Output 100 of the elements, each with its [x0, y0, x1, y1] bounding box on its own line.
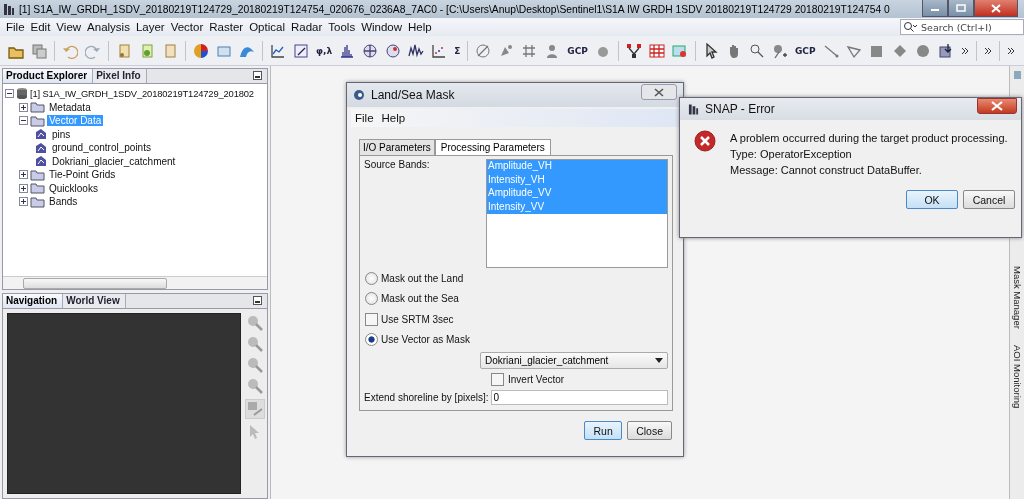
zoom-icon[interactable] — [247, 378, 263, 394]
panel-tab[interactable]: Product Explorer — [3, 69, 94, 83]
chevron-icon[interactable] — [983, 45, 992, 56]
histogram-icon[interactable] — [339, 42, 356, 59]
dialog-title: Land/Sea Mask — [371, 88, 455, 102]
panel-tab[interactable]: Pixel Info — [93, 69, 147, 83]
folder-icon — [30, 182, 45, 195]
close-button[interactable] — [977, 98, 1017, 114]
radio-button[interactable] — [365, 333, 378, 347]
radio-button[interactable] — [365, 271, 378, 285]
grid-icon[interactable] — [521, 42, 538, 59]
search-icon[interactable] — [748, 42, 765, 59]
menu-item[interactable]: Radar — [287, 21, 326, 33]
dialog-button[interactable]: OK — [906, 190, 958, 209]
file-icon[interactable] — [139, 42, 155, 59]
network-icon[interactable] — [625, 42, 642, 59]
collapse-icon[interactable] — [5, 89, 14, 99]
app-icon — [3, 2, 15, 16]
toolbar-button[interactable]: GCP — [567, 45, 588, 56]
option-label: Use Vector as Mask — [381, 334, 470, 346]
color-chart-icon[interactable] — [193, 42, 209, 59]
shoreline-field[interactable]: 0 — [490, 390, 668, 405]
circle-icon[interactable] — [475, 42, 492, 59]
expand-icon[interactable] — [19, 197, 28, 207]
tree-item[interactable]: Tie-Point Grids — [47, 169, 118, 181]
zoom-icon[interactable] — [247, 315, 263, 331]
tree-item[interactable]: pins — [50, 128, 73, 140]
close-button[interactable] — [974, 0, 1018, 17]
side-tab[interactable]: Mask Manager — [1011, 266, 1023, 329]
dialog-button[interactable]: Close — [627, 421, 672, 440]
checkbox[interactable] — [491, 373, 504, 386]
minimize-button[interactable] — [922, 0, 948, 17]
close-button[interactable] — [641, 84, 677, 100]
pencil-icon[interactable] — [293, 42, 309, 59]
tree-item[interactable]: Dokriani_glacier_catchment — [50, 155, 178, 167]
minimize-icon[interactable] — [253, 71, 262, 80]
stack-icon[interactable] — [31, 42, 47, 59]
zoom-icon[interactable] — [247, 336, 263, 352]
expand-icon[interactable] — [19, 102, 28, 112]
circle-icon[interactable] — [914, 42, 931, 59]
menu-item[interactable]: File — [3, 21, 28, 33]
maximize-icon — [956, 4, 966, 12]
tab[interactable]: I/O Parameters — [359, 139, 435, 155]
menu-item[interactable]: Raster — [206, 21, 247, 33]
app-icon — [353, 89, 365, 101]
tree-item[interactable]: Metadata — [47, 101, 93, 113]
collapse-icon[interactable] — [19, 116, 28, 126]
dialog-button[interactable]: Cancel — [963, 190, 1015, 209]
menu-item[interactable]: Tools — [325, 21, 359, 33]
file-icon[interactable] — [116, 42, 132, 59]
menu-item[interactable]: File — [351, 112, 378, 124]
tree-item[interactable]: Quicklooks — [47, 182, 100, 194]
toolbar-button[interactable]: GCP — [794, 45, 816, 56]
zoom-icon[interactable] — [247, 357, 263, 373]
caret-icon — [655, 358, 663, 363]
checkbox[interactable] — [365, 312, 378, 326]
menu-item[interactable]: Help — [377, 112, 410, 124]
grid-icon[interactable] — [648, 42, 665, 59]
vector-dropdown[interactable]: Dokriani_glacier_catchment — [480, 352, 668, 369]
import-icon[interactable] — [937, 42, 954, 59]
map-icon[interactable] — [671, 42, 688, 59]
horizontal-scrollbar[interactable] — [3, 276, 267, 289]
maximize-button[interactable] — [948, 0, 974, 17]
expand-icon[interactable] — [19, 183, 28, 193]
minimize-icon[interactable] — [253, 296, 262, 305]
toolbar-button[interactable]: φ,λ — [316, 45, 333, 56]
menu-item[interactable]: Window — [358, 21, 406, 33]
side-tab[interactable]: AOI Monitoring — [1011, 344, 1023, 409]
chevron-icon[interactable] — [1006, 45, 1015, 56]
error-message: Type: OperatorException — [730, 148, 853, 160]
panel-tab[interactable]: Navigation — [3, 294, 64, 308]
toolbar-button[interactable]: Σ — [454, 45, 461, 56]
chevron-icon[interactable] — [960, 45, 969, 56]
option-label: Mask out the Land — [381, 272, 464, 284]
search-field[interactable]: Search (Ctrl+I) — [900, 19, 1024, 35]
option-label: Mask out the Sea — [381, 293, 459, 305]
menu-item[interactable]: View — [53, 21, 85, 33]
expand-icon[interactable] — [19, 170, 28, 180]
tree-item[interactable]: [1] S1A_IW_GRDH_1SDV_20180219T124729_201802 — [30, 88, 254, 100]
error-icon — [694, 130, 716, 152]
folder-icon — [30, 195, 45, 208]
dialog-button[interactable]: Run — [584, 421, 623, 440]
menu-item[interactable]: Vector — [167, 21, 207, 33]
tree-item[interactable]: ground_control_points — [50, 142, 153, 154]
menu-item[interactable]: Optical — [246, 21, 288, 33]
app-icon — [688, 102, 699, 116]
menu-item[interactable]: Help — [405, 21, 435, 33]
tree-item[interactable]: Bands — [47, 196, 80, 208]
menu-item[interactable]: Edit — [27, 21, 54, 33]
folder-icon — [30, 101, 45, 114]
line-chart-icon[interactable] — [270, 42, 286, 59]
panel-tab[interactable]: World View — [63, 294, 126, 308]
spectrum-icon[interactable] — [408, 42, 425, 59]
scatter-icon[interactable] — [431, 42, 448, 59]
menu-item[interactable]: Analysis — [84, 21, 133, 33]
menu-item[interactable]: Layer — [132, 21, 168, 33]
option-label: Use SRTM 3sec — [381, 313, 454, 325]
option-label: Invert Vector — [508, 374, 565, 385]
close-icon — [654, 87, 664, 97]
radio-button[interactable] — [365, 292, 378, 306]
